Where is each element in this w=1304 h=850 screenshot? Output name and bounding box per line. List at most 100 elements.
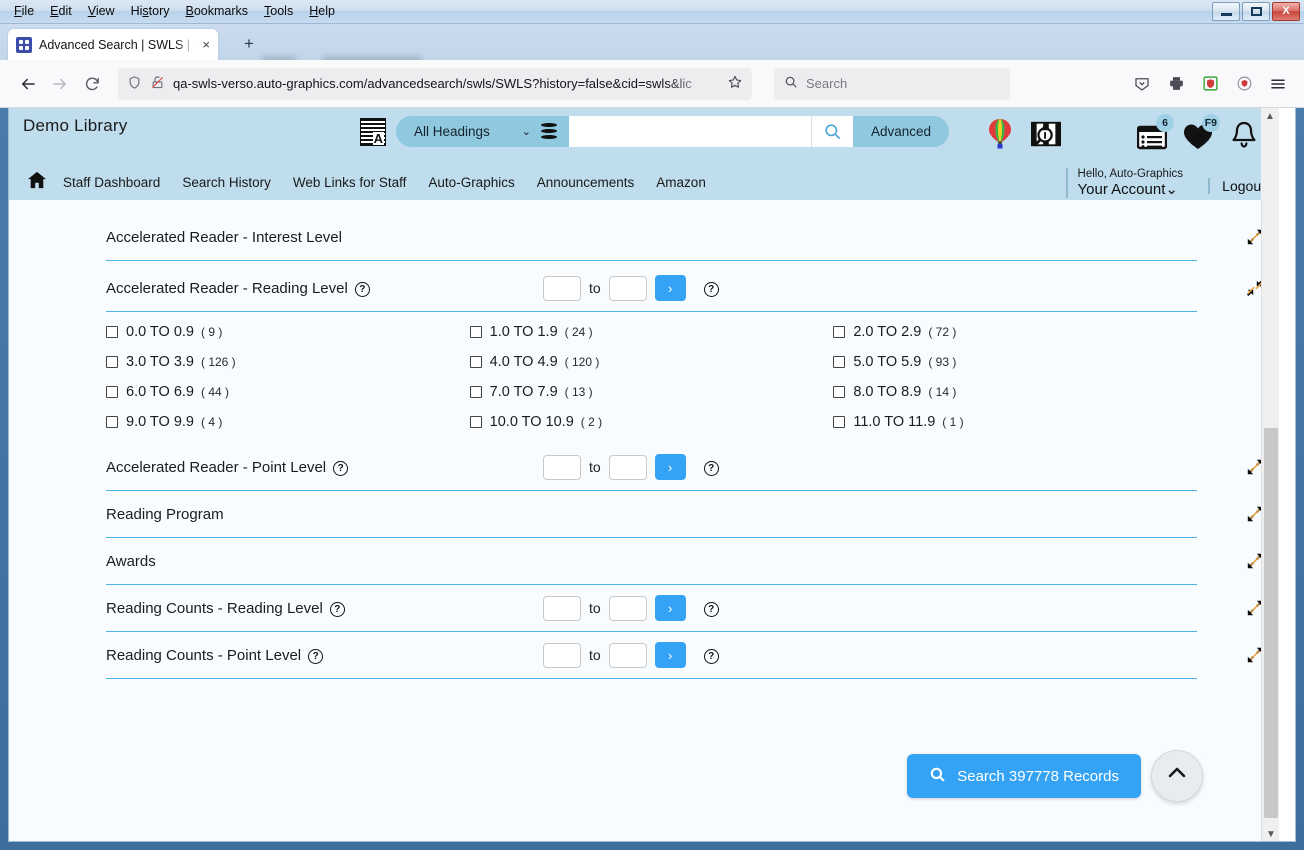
forward-button[interactable] xyxy=(44,68,76,100)
facet-option[interactable]: 1.0 TO 1.9 ( 24 ) xyxy=(469,324,834,340)
help-icon[interactable]: ? xyxy=(329,602,345,618)
menu-view[interactable]: View xyxy=(80,2,123,20)
nav-item-amazon[interactable]: Amazon xyxy=(656,175,706,190)
facet-option-checkbox[interactable] xyxy=(833,356,846,368)
facet-option[interactable]: 5.0 TO 5.9 ( 93 ) xyxy=(833,354,1197,370)
help-icon[interactable]: ? xyxy=(703,601,719,617)
url-bar[interactable]: qa-swls-verso.auto-graphics.com/advanced… xyxy=(118,67,752,100)
minimize-button[interactable] xyxy=(1212,2,1240,21)
help-icon[interactable]: ? xyxy=(703,281,719,297)
bookmark-star-icon[interactable] xyxy=(727,74,743,93)
reload-button[interactable] xyxy=(76,68,108,100)
hot-air-balloon-icon[interactable] xyxy=(985,118,1015,150)
search-input[interactable] xyxy=(569,116,812,147)
nav-item-search-history[interactable]: Search History xyxy=(182,175,271,190)
range-apply-button[interactable]: › xyxy=(654,642,686,668)
logout-link[interactable]: Logout xyxy=(1208,178,1265,194)
scrollbar-track-top[interactable] xyxy=(1263,124,1277,184)
advanced-search-button[interactable]: Advanced xyxy=(853,116,950,147)
facet-option[interactable]: 3.0 TO 3.9 ( 126 ) xyxy=(106,354,470,370)
maximize-button[interactable] xyxy=(1242,2,1270,21)
menu-edit[interactable]: Edit xyxy=(42,2,80,20)
range-to-input[interactable] xyxy=(608,454,647,480)
facet-row-reading-program[interactable]: Reading Program xyxy=(106,491,1263,538)
notifications-bell-icon[interactable] xyxy=(1229,118,1259,150)
facet-option[interactable]: 2.0 TO 2.9 ( 72 ) xyxy=(833,324,1197,340)
print-icon[interactable] xyxy=(1166,74,1186,94)
password-manager-icon[interactable] xyxy=(1200,74,1220,94)
facet-option-checkbox[interactable] xyxy=(106,416,118,428)
account-icon[interactable] xyxy=(1234,74,1254,94)
facet-option-checkbox[interactable] xyxy=(106,326,118,338)
menu-bookmarks[interactable]: Bookmarks xyxy=(178,2,257,20)
app-menu-icon[interactable] xyxy=(1268,74,1288,94)
back-button[interactable] xyxy=(12,68,44,100)
facet-option[interactable]: 7.0 TO 7.9 ( 13 ) xyxy=(469,384,834,400)
my-list-icon[interactable]: 6 xyxy=(1137,114,1174,150)
range-to-input[interactable] xyxy=(608,275,647,301)
database-icon[interactable] xyxy=(541,122,558,141)
downloads-icon[interactable] xyxy=(1132,74,1152,94)
facet-option-checkbox[interactable] xyxy=(833,326,846,338)
menu-history[interactable]: History xyxy=(123,2,178,20)
facet-option-checkbox[interactable] xyxy=(469,416,482,428)
range-from-input[interactable] xyxy=(543,595,581,621)
help-icon[interactable]: ? xyxy=(308,649,324,665)
range-from-input[interactable] xyxy=(543,454,581,480)
range-to-input[interactable] xyxy=(608,595,647,621)
facet-row-interest-level[interactable]: Accelerated Reader - Interest Level xyxy=(106,214,1263,261)
scroll-down-arrow-icon[interactable]: ▼ xyxy=(1262,826,1279,841)
help-icon[interactable]: ? xyxy=(703,648,719,664)
new-tab-button[interactable]: + xyxy=(240,35,258,54)
range-to-input[interactable] xyxy=(608,642,647,668)
facet-row-awards[interactable]: Awards xyxy=(106,538,1263,585)
nav-item-auto-graphics[interactable]: Auto-Graphics xyxy=(428,175,514,190)
facet-option[interactable]: 0.0 TO 0.9 ( 9 ) xyxy=(106,324,470,340)
facet-option-checkbox[interactable] xyxy=(469,326,482,338)
facet-row-ar-point-level[interactable]: Accelerated Reader - Point Level? to › ? xyxy=(106,444,1263,491)
facet-option[interactable]: 6.0 TO 6.9 ( 44 ) xyxy=(106,384,470,400)
scrollbar-thumb[interactable] xyxy=(1264,428,1278,818)
facet-option[interactable]: 11.0 TO 11.9 ( 1 ) xyxy=(833,414,1197,430)
menu-file[interactable]: File xyxy=(6,2,42,20)
range-from-input[interactable] xyxy=(543,642,581,668)
range-apply-button[interactable]: › xyxy=(654,595,686,621)
facet-option-checkbox[interactable] xyxy=(833,416,846,428)
facet-option[interactable]: 10.0 TO 10.9 ( 2 ) xyxy=(469,414,834,430)
close-button[interactable]: X xyxy=(1272,2,1300,21)
facet-option-checkbox[interactable] xyxy=(106,356,118,368)
range-from-input[interactable] xyxy=(543,275,581,301)
search-records-button[interactable]: Search 397778 Records xyxy=(907,754,1141,798)
range-apply-button[interactable]: › xyxy=(654,275,686,301)
nav-item-announcements[interactable]: Announcements xyxy=(537,175,635,190)
translate-icon[interactable] xyxy=(360,117,386,146)
facet-option-checkbox[interactable] xyxy=(469,386,482,398)
scroll-up-arrow-icon[interactable]: ▲ xyxy=(1261,108,1279,124)
facet-option-checkbox[interactable] xyxy=(106,386,118,398)
nav-item-staff-dashboard[interactable]: Staff Dashboard xyxy=(63,175,160,190)
help-icon[interactable]: ? xyxy=(703,460,719,476)
browser-search-bar[interactable]: Search xyxy=(774,67,1010,100)
search-submit-button[interactable] xyxy=(811,116,854,147)
image-search-icon[interactable] xyxy=(1031,118,1061,150)
menu-tools[interactable]: Tools xyxy=(256,2,301,20)
facet-option[interactable]: 9.0 TO 9.9 ( 4 ) xyxy=(106,414,470,430)
menu-help[interactable]: Help xyxy=(301,2,343,20)
search-scope-dropdown[interactable]: All Headings ⌄ xyxy=(396,116,570,147)
help-icon[interactable]: ? xyxy=(333,461,349,477)
facet-row-rc-reading-level[interactable]: Reading Counts - Reading Level? to › ? xyxy=(106,585,1263,632)
facet-option-checkbox[interactable] xyxy=(833,386,846,398)
favorites-heart-icon[interactable]: F9 xyxy=(1183,114,1220,150)
scroll-to-top-button[interactable] xyxy=(1151,750,1203,802)
help-icon[interactable]: ? xyxy=(354,282,370,298)
facet-option[interactable]: 8.0 TO 8.9 ( 14 ) xyxy=(833,384,1197,400)
range-apply-button[interactable]: › xyxy=(654,454,686,480)
account-menu[interactable]: Hello, Auto-Graphics Your Account⌄ xyxy=(1065,167,1183,198)
browser-tab-active[interactable]: Advanced Search | SWLS | SWLS × xyxy=(8,29,218,60)
page-scrollbar[interactable]: ▼ xyxy=(1261,200,1279,841)
home-icon[interactable] xyxy=(27,171,47,194)
facet-row-rc-point-level[interactable]: Reading Counts - Point Level? to › ? xyxy=(106,632,1263,679)
facet-option[interactable]: 4.0 TO 4.9 ( 120 ) xyxy=(469,354,834,370)
facet-row-ar-reading-level[interactable]: Accelerated Reader - Reading Level? to ›… xyxy=(106,265,1264,312)
facet-option-checkbox[interactable] xyxy=(469,356,482,368)
